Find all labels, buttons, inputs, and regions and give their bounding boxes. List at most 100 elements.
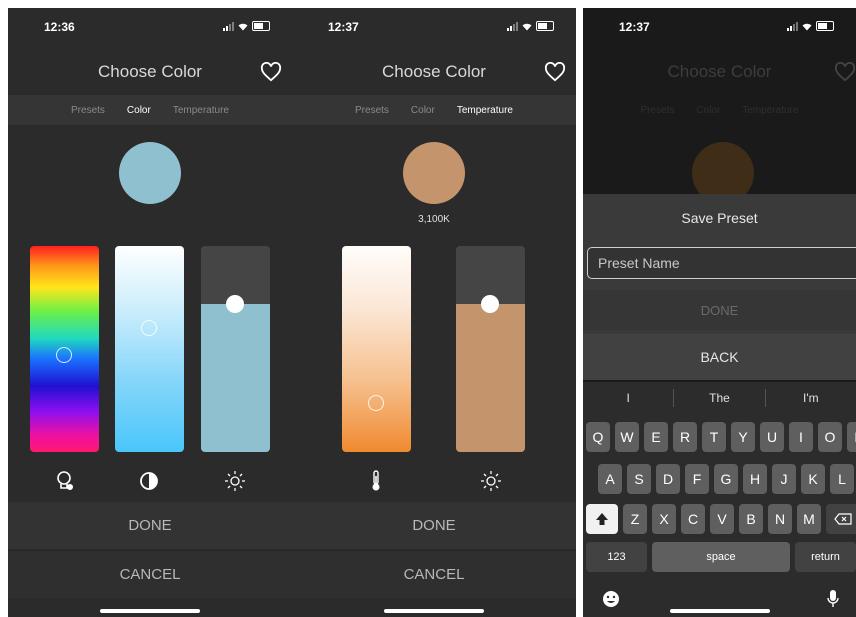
preset-name-input[interactable] <box>587 247 856 279</box>
backspace-icon <box>834 513 852 525</box>
status-time: 12:36 <box>44 20 75 34</box>
key[interactable]: N <box>768 504 792 534</box>
brightness-slider-fill <box>201 303 270 452</box>
backspace-key[interactable] <box>826 504 856 534</box>
key[interactable]: I <box>789 422 813 452</box>
key[interactable]: W <box>615 422 639 452</box>
thermometer-icon[interactable] <box>365 470 387 492</box>
page-title: Choose Color <box>667 62 772 81</box>
signal-icon <box>223 21 234 31</box>
microphone-icon[interactable] <box>826 589 840 609</box>
color-preview-swatch <box>403 142 465 204</box>
key[interactable]: S <box>627 464 651 494</box>
brightness-icon[interactable] <box>480 470 502 492</box>
suggestion-item[interactable]: The <box>674 391 764 405</box>
color-preview-swatch <box>119 142 181 204</box>
tab-temperature[interactable]: Temperature <box>173 105 229 116</box>
wifi-icon <box>522 23 532 30</box>
brightness-slider-thumb[interactable] <box>226 294 244 313</box>
favorite-heart-icon[interactable] <box>544 62 566 82</box>
key[interactable]: C <box>681 504 705 534</box>
numbers-key[interactable]: 123 <box>586 542 647 572</box>
mode-tabs: Presets Color Temperature <box>8 95 292 125</box>
key[interactable]: P <box>847 422 856 452</box>
key[interactable]: K <box>801 464 825 494</box>
contrast-icon[interactable] <box>138 470 160 492</box>
key[interactable]: Q <box>586 422 610 452</box>
tab-color: Color <box>696 104 721 116</box>
done-button[interactable]: DONE <box>8 502 292 549</box>
key[interactable]: J <box>772 464 796 494</box>
key[interactable]: D <box>656 464 680 494</box>
keyboard-row-2: A S D F G H J K L <box>598 464 854 494</box>
home-indicator <box>100 609 200 613</box>
return-key[interactable]: return <box>795 542 856 572</box>
keyboard-row-3: Z X C V B N M <box>586 504 856 534</box>
mode-tabs: Presets Color Temperature <box>292 95 576 125</box>
on-screen-keyboard: I The I'm Q W E R T Y U I O P A S D F G … <box>583 382 856 617</box>
dialog-done-button[interactable]: DONE <box>583 290 856 330</box>
space-key[interactable]: space <box>652 542 790 572</box>
tab-presets[interactable]: Presets <box>355 105 389 116</box>
suggestion-item[interactable]: I'm <box>766 391 856 405</box>
signal-icon <box>507 21 518 31</box>
home-indicator <box>669 609 770 613</box>
hue-slider[interactable] <box>30 246 99 452</box>
status-icons <box>507 21 554 31</box>
key[interactable]: H <box>743 464 767 494</box>
key[interactable]: A <box>598 464 622 494</box>
key[interactable]: M <box>797 504 821 534</box>
status-bar: 12:36 <box>8 8 292 48</box>
bulb-icon[interactable] <box>54 470 76 492</box>
favorite-heart-icon[interactable] <box>260 62 282 82</box>
cancel-button[interactable]: CANCEL <box>8 550 292 598</box>
tab-color[interactable]: Color <box>127 105 151 116</box>
status-time: 12:37 <box>328 20 359 34</box>
key[interactable]: E <box>644 422 668 452</box>
status-bar: 12:37 <box>583 8 856 48</box>
tab-temperature[interactable]: Temperature <box>457 105 513 116</box>
temperature-slider[interactable] <box>342 246 411 452</box>
status-icons <box>223 21 270 31</box>
key[interactable]: X <box>652 504 676 534</box>
emoji-icon[interactable] <box>602 590 620 608</box>
mode-tabs: Presets Color Temperature <box>583 95 856 125</box>
key[interactable]: F <box>685 464 709 494</box>
suggestion-bar: I The I'm <box>583 382 856 414</box>
wifi-icon <box>238 23 248 30</box>
key[interactable]: B <box>739 504 763 534</box>
home-indicator <box>384 609 484 613</box>
key[interactable]: L <box>830 464 854 494</box>
dialog-back-button[interactable]: BACK <box>583 334 856 380</box>
key[interactable]: G <box>714 464 738 494</box>
save-preset-dialog: Save Preset DONE BACK <box>583 194 856 380</box>
saturation-slider[interactable] <box>115 246 184 452</box>
done-button[interactable]: DONE <box>292 502 576 549</box>
hue-slider-thumb[interactable] <box>56 347 72 364</box>
tab-presets[interactable]: Presets <box>71 105 105 116</box>
phone-screen-temperature: 12:37 Choose Color Presets Color Tempera… <box>292 8 576 617</box>
phone-screen-save-preset: 12:37 Choose Color Presets Color Tempera… <box>583 8 856 617</box>
battery-icon <box>252 21 270 31</box>
signal-icon <box>787 21 798 31</box>
brightness-slider[interactable] <box>201 246 270 452</box>
tab-temperature: Temperature <box>742 104 799 116</box>
shift-arrow-icon <box>596 513 608 525</box>
shift-key[interactable] <box>586 504 618 534</box>
key[interactable]: Y <box>731 422 755 452</box>
saturation-slider-thumb[interactable] <box>141 320 157 337</box>
keyboard-row-4: 123 space return <box>586 542 856 572</box>
key[interactable]: V <box>710 504 734 534</box>
cancel-button[interactable]: CANCEL <box>292 550 576 598</box>
suggestion-item[interactable]: I <box>583 391 673 405</box>
tab-color[interactable]: Color <box>411 105 435 116</box>
temperature-slider-thumb[interactable] <box>368 394 384 411</box>
key[interactable]: U <box>760 422 784 452</box>
key[interactable]: O <box>818 422 842 452</box>
key[interactable]: T <box>702 422 726 452</box>
brightness-slider-thumb[interactable] <box>481 294 499 313</box>
key[interactable]: Z <box>623 504 647 534</box>
brightness-slider[interactable] <box>456 246 525 452</box>
key[interactable]: R <box>673 422 697 452</box>
brightness-icon[interactable] <box>224 470 246 492</box>
